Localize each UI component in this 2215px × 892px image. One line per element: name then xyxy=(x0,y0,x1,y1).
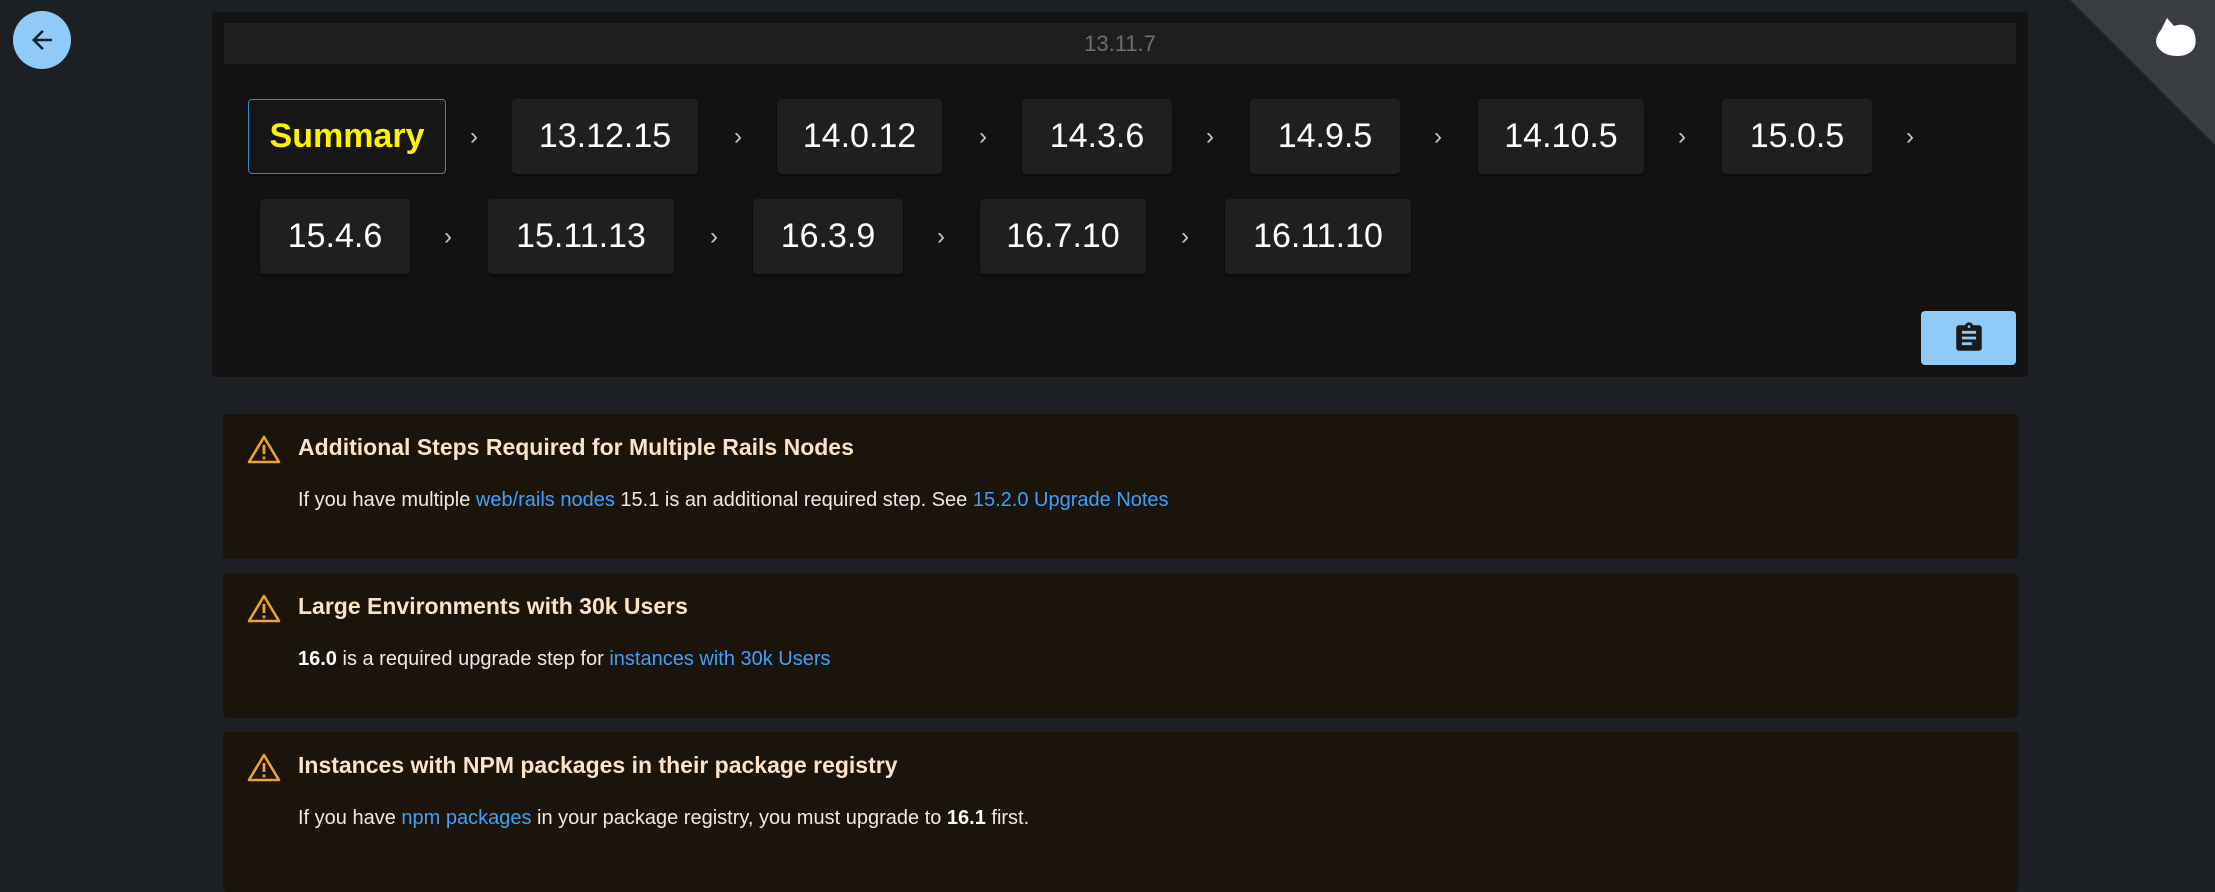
app-logo-icon xyxy=(2156,18,2196,56)
alert-body: If you have npm packages in your package… xyxy=(298,807,1029,830)
upgrade-notes-link[interactable]: 15.2.0 Upgrade Notes xyxy=(973,489,1169,511)
upgrade-path-panel: 13.11.7 Summary › 13.12.15 › 14.0.12 › 1… xyxy=(212,12,2028,377)
chevron-right-icon: › xyxy=(1434,123,1442,150)
step-16-11-10[interactable]: 16.11.10 xyxy=(1225,199,1411,274)
chevron-right-icon: › xyxy=(1206,123,1214,150)
step-14-9-5[interactable]: 14.9.5 xyxy=(1250,99,1400,174)
chevron-right-icon: › xyxy=(444,223,452,250)
warning-icon xyxy=(247,435,281,464)
alert-body: 16.0 is a required upgrade step for inst… xyxy=(298,648,831,671)
alert-body: If you have multiple web/rails nodes 15.… xyxy=(298,489,1169,512)
step-15-4-6[interactable]: 15.4.6 xyxy=(260,199,410,274)
step-15-0-5[interactable]: 15.0.5 xyxy=(1722,99,1872,174)
clipboard-icon xyxy=(1955,322,1982,351)
chevron-right-icon: › xyxy=(734,123,742,150)
copy-path-button[interactable] xyxy=(1921,311,2016,365)
step-14-10-5[interactable]: 14.10.5 xyxy=(1478,99,1644,174)
step-15-11-13[interactable]: 15.11.13 xyxy=(488,199,674,274)
npm-packages-link[interactable]: npm packages xyxy=(401,807,531,829)
step-14-0-12[interactable]: 14.0.12 xyxy=(777,99,942,174)
30k-users-link[interactable]: instances with 30k Users xyxy=(609,648,830,670)
alert-text: If you have multiple xyxy=(298,489,476,511)
web-rails-nodes-link[interactable]: web/rails nodes xyxy=(476,489,615,511)
chevron-right-icon: › xyxy=(979,123,987,150)
alert-large-environments: Large Environments with 30k Users 16.0 i… xyxy=(223,573,2018,718)
step-16-3-9[interactable]: 16.3.9 xyxy=(753,199,903,274)
alert-text: in your package registry, you must upgra… xyxy=(531,807,947,829)
alert-title: Instances with NPM packages in their pac… xyxy=(298,752,898,778)
alert-text: is a required upgrade step for xyxy=(336,648,610,670)
alert-title: Additional Steps Required for Multiple R… xyxy=(298,434,854,460)
chevron-right-icon: › xyxy=(1678,123,1686,150)
step-16-7-10[interactable]: 16.7.10 xyxy=(980,199,1146,274)
warning-icon xyxy=(247,594,281,623)
chevron-right-icon: › xyxy=(1906,123,1914,150)
alert-npm-packages: Instances with NPM packages in their pac… xyxy=(223,732,2018,892)
alert-text: first. xyxy=(985,807,1030,829)
warning-icon xyxy=(247,753,281,782)
back-button[interactable] xyxy=(13,11,71,69)
version-highlight: 16.1 xyxy=(946,807,986,829)
alert-multiple-rails-nodes: Additional Steps Required for Multiple R… xyxy=(223,414,2018,559)
chevron-right-icon: › xyxy=(1181,223,1189,250)
current-version: 13.11.7 xyxy=(224,23,2016,64)
version-highlight: 16.0 xyxy=(298,648,337,670)
chevron-right-icon: › xyxy=(470,123,478,150)
corner-badge[interactable] xyxy=(2070,0,2215,145)
arrow-left-icon xyxy=(32,30,52,50)
alert-title: Large Environments with 30k Users xyxy=(298,593,688,619)
step-13-12-15[interactable]: 13.12.15 xyxy=(512,99,698,174)
step-14-3-6[interactable]: 14.3.6 xyxy=(1022,99,1172,174)
step-summary[interactable]: Summary xyxy=(248,99,446,174)
chevron-right-icon: › xyxy=(937,223,945,250)
alert-text: 15.1 is an additional required step. See xyxy=(614,489,973,511)
alert-text: If you have xyxy=(298,807,402,829)
chevron-right-icon: › xyxy=(710,223,718,250)
